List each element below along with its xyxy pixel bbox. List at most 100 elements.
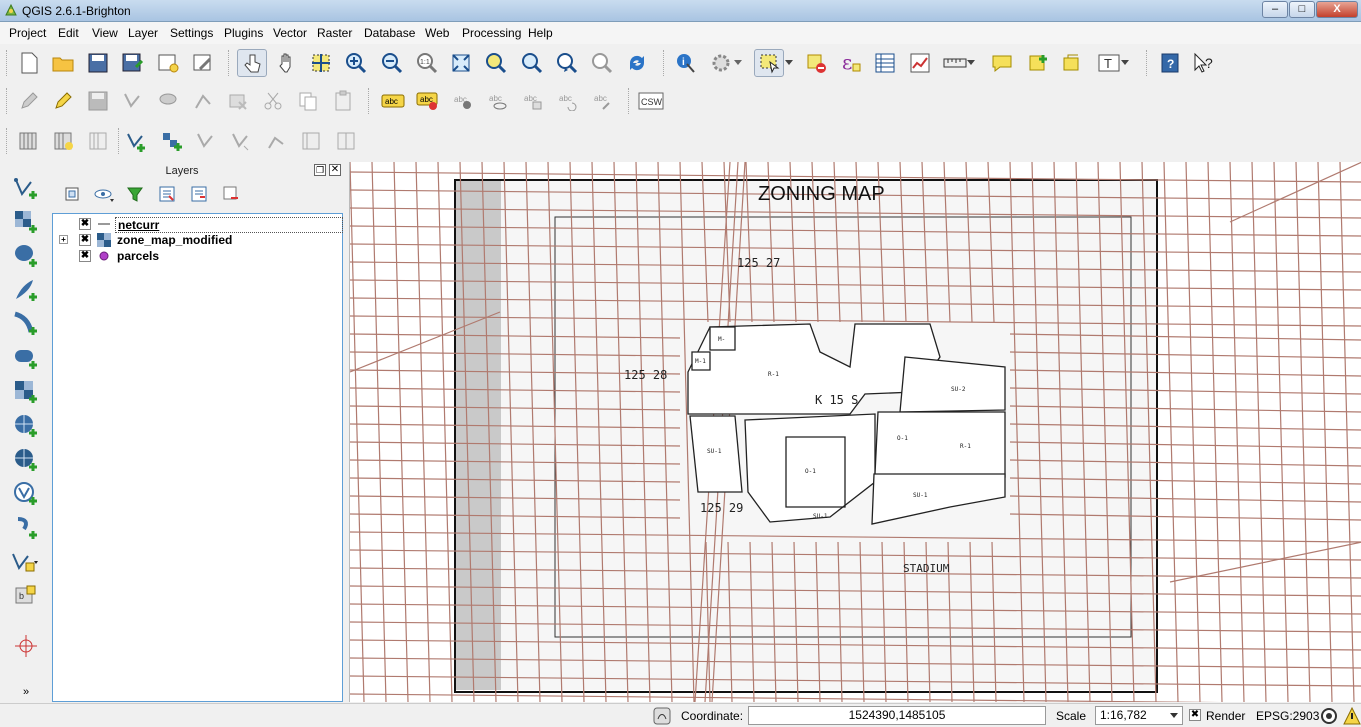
cut-features-button[interactable] xyxy=(258,87,288,115)
open-project-button[interactable] xyxy=(48,49,78,77)
add-spatialite-layer-button[interactable] xyxy=(10,276,42,304)
menu-project[interactable]: Project xyxy=(9,26,46,40)
composer-manager-button[interactable] xyxy=(188,49,218,77)
new-shapefile-button[interactable] xyxy=(10,548,42,576)
crs-globe-icon[interactable] xyxy=(1320,707,1338,725)
annotation-dropdown-button[interactable] xyxy=(1118,49,1132,77)
coordinate-field[interactable]: 1524390,1485105 xyxy=(748,706,1046,725)
layer-row-parcels[interactable]: ✖ parcels xyxy=(53,248,343,264)
current-edits-button[interactable] xyxy=(14,87,44,115)
menu-edit[interactable]: Edit xyxy=(58,26,79,40)
map-canvas[interactable]: ZONING MAP 125 27 125 28 K 15 S 125 29 S… xyxy=(349,162,1361,702)
show-bookmarks-button[interactable] xyxy=(1057,49,1087,77)
menu-raster[interactable]: Raster xyxy=(317,26,352,40)
help-contents-button[interactable]: ? xyxy=(1155,49,1185,77)
scale-combobox[interactable]: 1:16,782 xyxy=(1095,706,1183,725)
map-rendering[interactable]: ZONING MAP 125 27 125 28 K 15 S 125 29 S… xyxy=(350,162,1361,702)
zoom-in-button[interactable] xyxy=(341,49,371,77)
remove-layer-button[interactable] xyxy=(218,182,244,206)
menu-vector[interactable]: Vector xyxy=(273,26,307,40)
toggle-editing-button[interactable] xyxy=(48,87,78,115)
copy-features-button[interactable] xyxy=(293,87,323,115)
whats-this-button[interactable]: ? xyxy=(1189,49,1219,77)
layer-labeling-button[interactable]: abc xyxy=(378,87,408,115)
new-project-button[interactable] xyxy=(14,49,44,77)
menu-web[interactable]: Web xyxy=(425,26,449,40)
show-hide-labels-button[interactable]: abc xyxy=(483,87,513,115)
zoom-next-button[interactable] xyxy=(587,49,617,77)
add-virtual-layer-button[interactable] xyxy=(10,514,42,542)
paste-features-button[interactable] xyxy=(328,87,358,115)
add-postgis-layer-button[interactable] xyxy=(10,242,42,270)
render-checkbox[interactable]: ✖ xyxy=(1189,709,1201,721)
zoom-to-selection-button[interactable] xyxy=(481,49,511,77)
new-bookmark-button[interactable] xyxy=(1023,49,1053,77)
add-raster-layer-button[interactable] xyxy=(10,208,42,236)
zoom-full-button[interactable] xyxy=(446,49,476,77)
collapse-all-button[interactable] xyxy=(186,182,212,206)
add-vector-layer-button[interactable] xyxy=(10,174,42,202)
panel-float-button[interactable]: ❐ xyxy=(314,164,326,176)
add-group-button[interactable] xyxy=(60,182,86,206)
menu-processing[interactable]: Processing xyxy=(462,26,521,40)
metasearch-button[interactable]: CSW xyxy=(636,87,666,115)
new-spatialite-button[interactable]: b xyxy=(10,582,42,610)
add-wms-layer-button[interactable] xyxy=(10,378,42,406)
toggle-extents-icon[interactable] xyxy=(653,707,671,725)
select-features-button[interactable] xyxy=(754,49,784,77)
zoom-last-button[interactable] xyxy=(552,49,582,77)
delete-ring-button[interactable] xyxy=(192,127,222,155)
layer-row-netcurr[interactable]: ✖ netcurr xyxy=(53,216,343,233)
add-wms-button[interactable] xyxy=(14,127,44,155)
zoom-out-button[interactable] xyxy=(377,49,407,77)
filter-legend-button[interactable] xyxy=(122,182,148,206)
action-dropdown-button[interactable] xyxy=(731,49,745,77)
open-attribute-table-button[interactable] xyxy=(870,49,900,77)
new-print-composer-button[interactable] xyxy=(153,49,183,77)
refresh-button[interactable] xyxy=(622,49,652,77)
add-layer-style-button[interactable] xyxy=(49,127,79,155)
highlight-pinned-labels-button[interactable]: abc xyxy=(448,87,478,115)
gps-crosshair-button[interactable] xyxy=(10,632,42,660)
crs-status-button[interactable]: EPSG:2903 xyxy=(1256,709,1319,723)
layer-visibility-checkbox[interactable]: ✖ xyxy=(79,234,91,246)
minimize-button[interactable]: – xyxy=(1262,1,1288,18)
deselect-features-button[interactable] xyxy=(801,49,831,77)
save-as-button[interactable] xyxy=(118,49,148,77)
panel-close-button[interactable]: ✕ xyxy=(329,164,341,176)
select-by-expression-button[interactable]: ε xyxy=(836,49,866,77)
menu-layer[interactable]: Layer xyxy=(128,26,158,40)
offset-curve-button[interactable] xyxy=(262,127,292,155)
add-delimited-text-button[interactable] xyxy=(10,480,42,508)
move-feature-button[interactable] xyxy=(153,87,183,115)
zoom-native-button[interactable]: 1:1 xyxy=(412,49,442,77)
toolbar-expand-icon[interactable]: » xyxy=(10,678,42,706)
add-oracle-layer-button[interactable] xyxy=(10,344,42,372)
layer-visibility-checkbox[interactable]: ✖ xyxy=(79,218,91,230)
maximize-button[interactable]: □ xyxy=(1289,1,1315,18)
pan-to-selection-map-button[interactable] xyxy=(306,49,336,77)
field-calculator-button[interactable] xyxy=(905,49,935,77)
messages-warning-icon[interactable] xyxy=(1343,707,1361,725)
menu-settings[interactable]: Settings xyxy=(170,26,213,40)
node-tool-button[interactable] xyxy=(188,87,218,115)
measure-dropdown-button[interactable] xyxy=(964,49,978,77)
close-button[interactable]: X xyxy=(1316,1,1358,18)
add-ring-button[interactable] xyxy=(122,127,152,155)
merge-features-button[interactable] xyxy=(332,127,362,155)
menu-view[interactable]: View xyxy=(92,26,118,40)
expand-node-icon[interactable]: + xyxy=(59,235,68,244)
pan-to-selection-button[interactable] xyxy=(237,49,267,77)
add-feature-button[interactable] xyxy=(118,87,148,115)
add-mssql-layer-button[interactable] xyxy=(10,310,42,338)
identify-features-button[interactable]: i xyxy=(671,49,701,77)
layer-visibility-checkbox[interactable]: ✖ xyxy=(79,250,91,262)
select-dropdown-button[interactable] xyxy=(782,49,796,77)
add-wcs-layer-button[interactable] xyxy=(10,412,42,440)
change-label-button[interactable]: abc xyxy=(588,87,618,115)
add-part-button[interactable] xyxy=(157,127,187,155)
remove-layer-style-button[interactable] xyxy=(84,127,114,155)
layer-row-zone-map[interactable]: + ✖ zone_map_modified xyxy=(53,232,343,248)
pan-map-button[interactable] xyxy=(272,49,302,77)
delete-selected-button[interactable] xyxy=(223,87,253,115)
